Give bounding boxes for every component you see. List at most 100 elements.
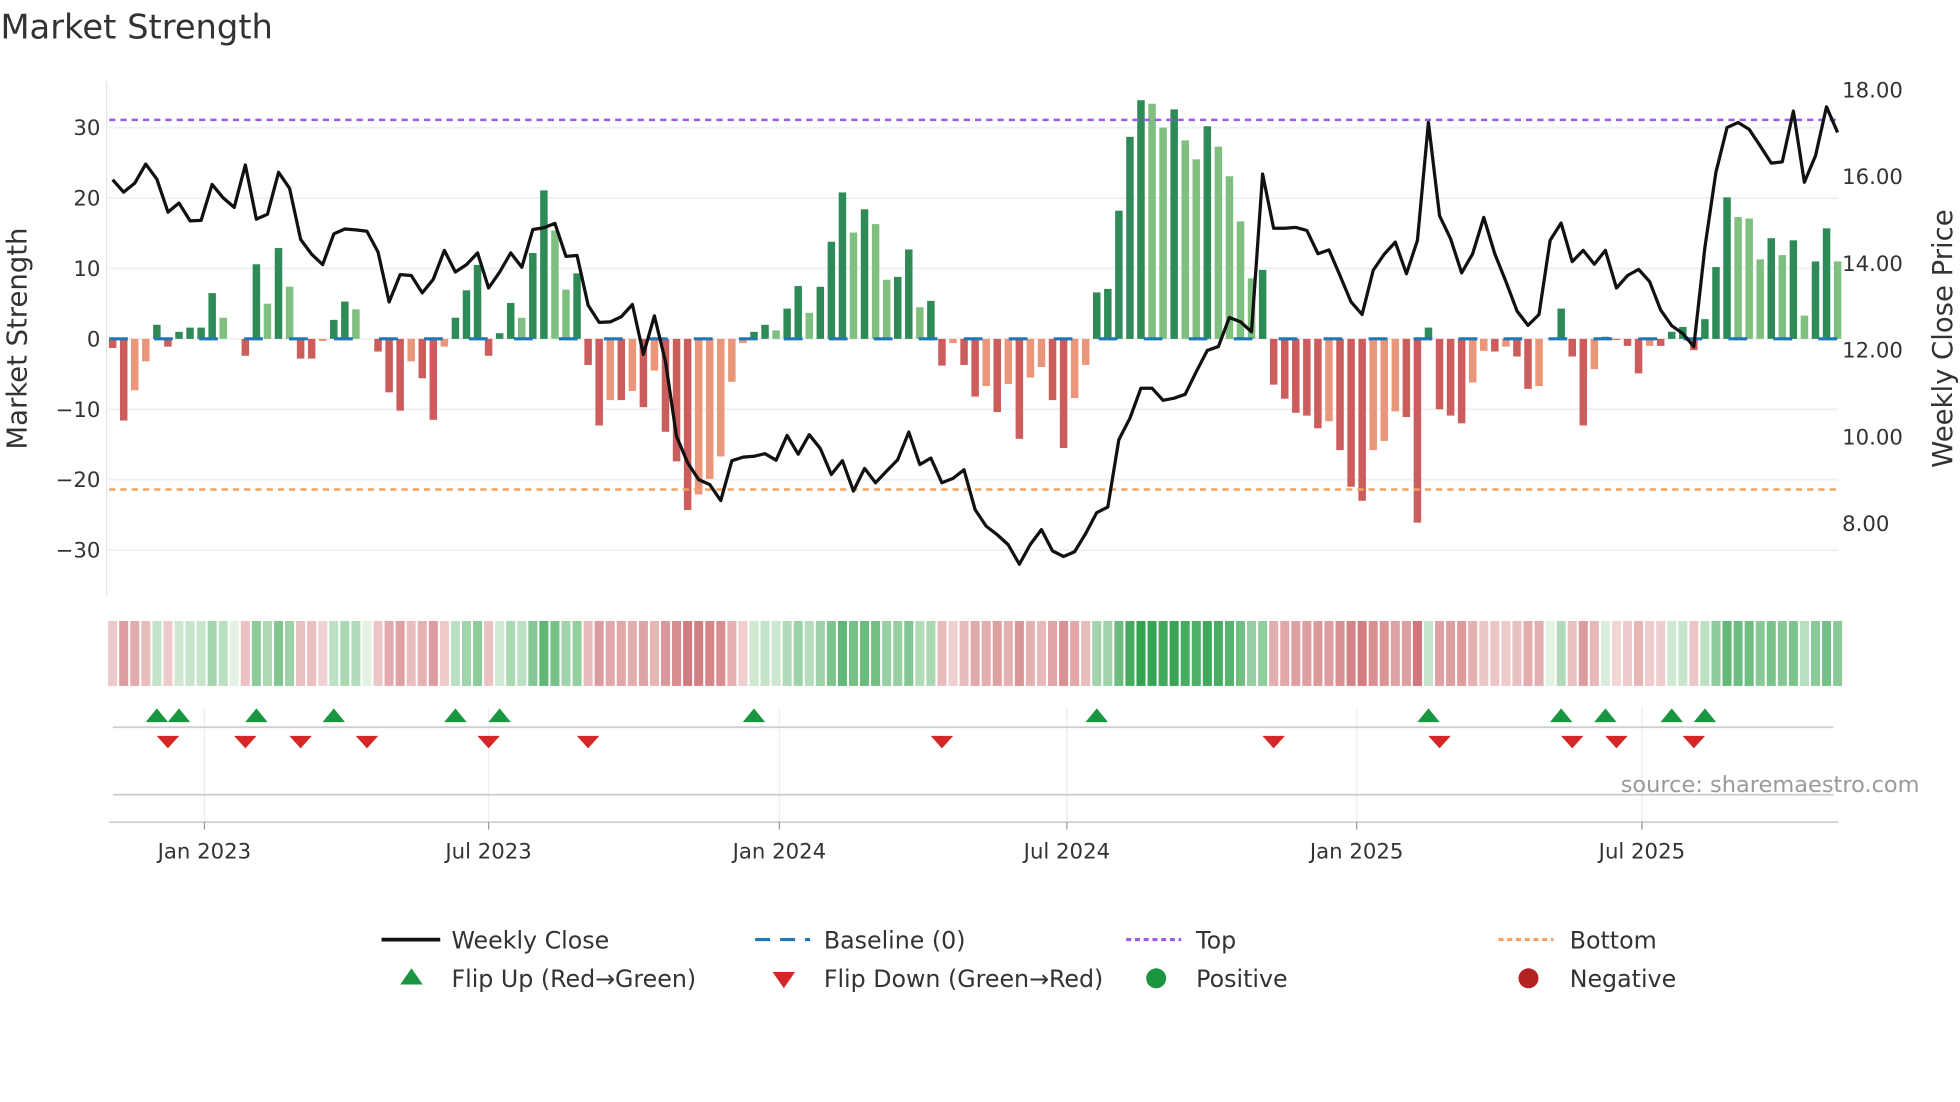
strip-cell — [1733, 620, 1743, 686]
strip-cell — [1423, 620, 1434, 686]
strength-bar — [341, 301, 349, 339]
strength-bar — [573, 273, 581, 339]
strength-bar — [1402, 338, 1411, 418]
strength-bar — [1137, 100, 1145, 339]
strength-bar — [1148, 103, 1156, 339]
right-tick-label: 8.00 — [1842, 512, 1889, 537]
strength-bar — [1303, 338, 1311, 416]
strip-cell — [384, 620, 394, 686]
strip-cell — [1269, 620, 1279, 686]
strength-bar — [506, 302, 515, 339]
strip-cell — [1401, 620, 1411, 686]
strip-cell — [1335, 620, 1345, 686]
strength-bar — [318, 338, 327, 341]
strip-cell — [848, 620, 859, 686]
strength-bar — [1004, 338, 1013, 384]
strength-bar — [1269, 338, 1278, 385]
strength-bar — [728, 338, 736, 382]
strip-cell — [616, 620, 626, 686]
strip-cell — [1700, 620, 1710, 686]
flip-up-marker — [444, 708, 467, 723]
strength-bar — [484, 338, 493, 356]
strip-cell — [1777, 620, 1787, 686]
strip-cell — [251, 620, 261, 686]
strength-bar — [219, 317, 227, 339]
strip-cell — [1799, 620, 1809, 686]
strength-bar — [1789, 240, 1798, 339]
strength-bar — [1767, 238, 1776, 339]
strength-bar — [1258, 269, 1267, 339]
strip-cell — [882, 620, 892, 686]
strength-bar — [1822, 228, 1831, 339]
flip-down-triangle-icon — [772, 972, 796, 989]
strength-bar — [1380, 338, 1389, 441]
strength-bar — [473, 264, 482, 339]
strength-bar — [960, 338, 968, 365]
strength-bar — [1391, 338, 1400, 412]
strip-cell — [185, 620, 195, 686]
x-tick-label: Jan 2023 — [156, 839, 252, 864]
strip-cell — [1202, 620, 1212, 686]
strength-bar — [772, 330, 780, 339]
strip-cell — [871, 620, 881, 686]
strip-cell — [583, 620, 593, 686]
strength-bar — [1104, 288, 1112, 339]
flip-up-marker — [1417, 708, 1440, 723]
flip-down-marker — [1560, 735, 1584, 749]
strip-cell — [1578, 620, 1588, 686]
legend-flip-down: Flip Down (Green→Red) — [824, 965, 1103, 993]
strength-bar — [1811, 261, 1820, 339]
strip-cell — [163, 620, 173, 686]
strength-bar — [1225, 176, 1234, 339]
strength-bar — [285, 286, 294, 339]
strength-bar — [407, 338, 415, 362]
strip-cell — [970, 620, 980, 686]
strength-bar — [1668, 331, 1676, 339]
flip-down-marker — [1428, 735, 1451, 749]
x-axis-ticks: Jan 2023 Jul 2023 Jan 2024 Jul 2024 Jan 2025… — [156, 822, 1685, 864]
strength-bar — [1170, 109, 1178, 339]
left-tick-label: 20 — [73, 187, 100, 212]
strip-cell — [1689, 620, 1699, 686]
strength-bar — [650, 338, 659, 371]
flip-down-marker — [1605, 735, 1628, 749]
strength-bar — [119, 338, 128, 421]
strength-bar — [606, 338, 614, 401]
flip-down-marker — [355, 735, 379, 749]
flip-markers — [145, 708, 1717, 749]
strip-cell — [727, 620, 737, 686]
strength-bar — [1336, 338, 1344, 451]
flip-up-triangle-icon — [400, 968, 423, 985]
strip-cell — [285, 620, 295, 686]
flip-up-marker — [245, 708, 268, 723]
strength-bar — [1059, 338, 1068, 448]
strength-bar — [1756, 259, 1764, 339]
strength-bar — [1015, 338, 1024, 439]
strength-bar — [175, 331, 183, 339]
strength-bar — [893, 276, 902, 339]
strip-cell — [1412, 620, 1422, 686]
strip-cell — [649, 620, 659, 686]
right-tick-label: 12.00 — [1842, 339, 1903, 364]
strength-bar — [1280, 338, 1289, 399]
strip-cell — [550, 620, 560, 686]
strip-cell — [1744, 620, 1754, 686]
strength-bar — [916, 307, 924, 339]
legend-flip-up: Flip Up (Red→Green) — [451, 965, 696, 993]
strip-cell — [992, 620, 1002, 686]
strip-cell — [948, 620, 958, 686]
strip-cell — [1822, 620, 1832, 686]
strength-bar — [1070, 338, 1079, 399]
strip-cell — [141, 620, 151, 686]
right-tick-label: 16.00 — [1842, 165, 1903, 190]
vertical-gridlines — [203, 707, 1643, 823]
strength-bar — [816, 286, 825, 339]
strip-cell — [1059, 620, 1069, 686]
strip-cell — [1258, 620, 1268, 686]
strip-cell — [1833, 620, 1843, 686]
strip-cell — [1224, 620, 1234, 686]
legend-bottom: Bottom — [1570, 926, 1657, 954]
strength-bar — [1557, 308, 1565, 339]
right-tick-label: 14.00 — [1842, 252, 1903, 277]
strip-cell — [1600, 620, 1610, 686]
